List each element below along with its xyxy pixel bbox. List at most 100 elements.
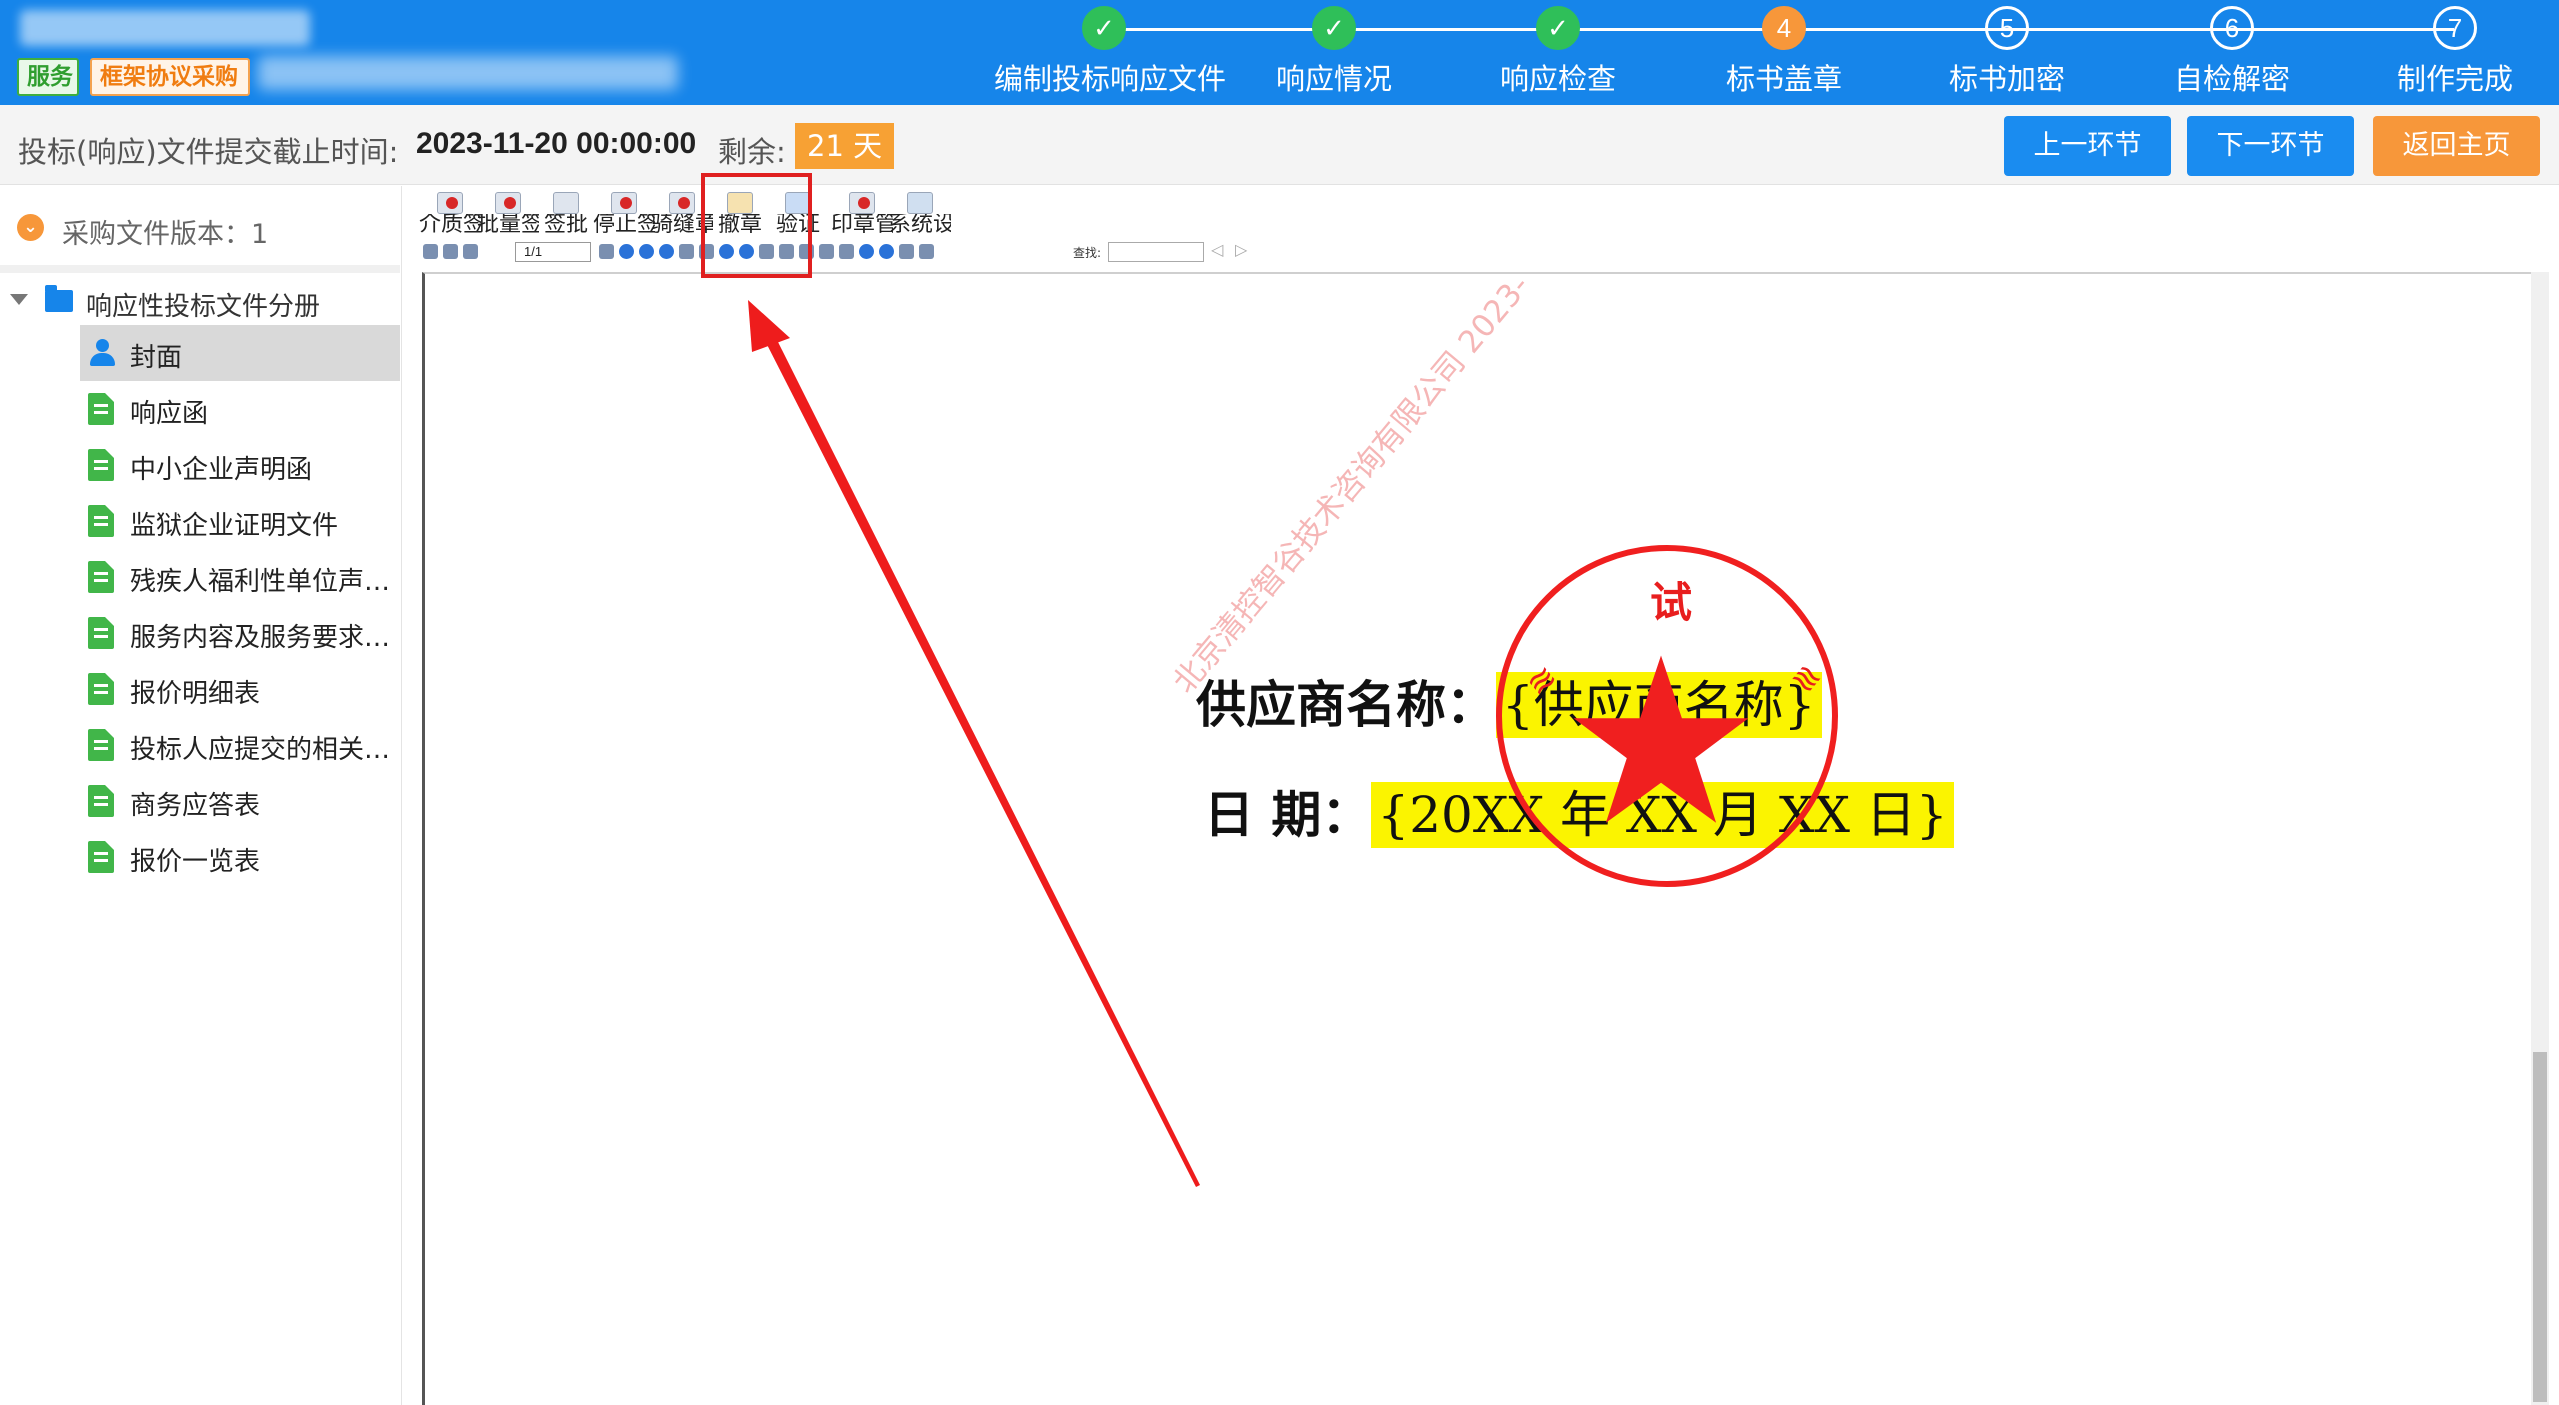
magnify-icon[interactable] (859, 244, 874, 259)
folder-row[interactable]: 响应性投标文件分册 (0, 274, 400, 330)
annotate-button[interactable]: 签批 (541, 192, 591, 244)
tree-item-cover[interactable]: 封面 (80, 325, 400, 381)
check-icon: ✓ (1536, 6, 1580, 50)
tool-label: 系统设置 (889, 214, 951, 237)
sidebar: ⌄ 采购文件版本：1 响应性投标文件分册 封面 响应函 中小企业声明函 监狱企业… (0, 186, 402, 1405)
step-1[interactable]: ✓ 编制投标响应文件 (994, 6, 1227, 98)
divider (0, 265, 400, 273)
return-home-button[interactable]: 返回主页 (2373, 116, 2540, 176)
procurement-version-row[interactable]: ⌄ 采购文件版本：1 (0, 200, 400, 252)
document-icon (88, 785, 114, 817)
deadline-bar: 投标(响应)文件提交截止时间: 2023-11-20 00:00:00 剩余: … (0, 105, 2559, 185)
next-page-icon[interactable] (639, 244, 654, 259)
tree-item-label: 残疾人福利性单位声明函 (130, 567, 398, 597)
find-label: 查找: (1073, 246, 1102, 260)
star-icon (1573, 655, 1749, 823)
tree-item-label: 封面 (130, 343, 183, 373)
step-3[interactable]: ✓ 响应检查 (1448, 6, 1668, 98)
step-7[interactable]: 7 制作完成 (2345, 6, 2559, 98)
pen-icon (553, 192, 579, 214)
page-layout-icon[interactable] (899, 244, 914, 259)
tree-item-bidder-certificates[interactable]: 投标人应提交的相关证明 (80, 717, 400, 773)
seam-seal-button[interactable]: 骑缝章 (651, 192, 713, 244)
first-page-icon[interactable] (599, 244, 614, 259)
vertical-scrollbar[interactable] (2531, 272, 2549, 1405)
tree-item-label: 服务内容及服务要求应... (130, 623, 398, 653)
print-icon[interactable] (443, 244, 458, 259)
document-icon (88, 505, 114, 537)
remaining-label: 剩余: (718, 135, 786, 169)
tree-item-price-summary[interactable]: 报价一览表 (80, 829, 400, 885)
red-seal-stamp[interactable]: 试 ≋ ≋ (1496, 545, 1838, 887)
remaining-days-badge: 21 天 (795, 123, 895, 169)
step-2[interactable]: ✓ 响应情况 (1224, 6, 1444, 98)
select-icon[interactable] (819, 244, 834, 259)
user-icon (88, 339, 116, 367)
tree-item-disability-welfare[interactable]: 残疾人福利性单位声明函 (80, 549, 400, 605)
tree-item-label: 报价一览表 (130, 847, 261, 877)
progress-steps: ✓ 编制投标响应文件 ✓ 响应情况 ✓ 响应检查 4 标书盖章 5 标书加密 6… (0, 0, 2559, 105)
seam-seal-icon (669, 192, 695, 214)
seal-decoration-right: ≋ (1782, 654, 1831, 704)
last-page-icon[interactable] (659, 244, 674, 259)
step-number: 4 (1762, 6, 1806, 50)
tool-label: 介质签章 (419, 214, 481, 237)
save-icon[interactable] (423, 244, 438, 259)
seal-management-button[interactable]: 印章管理 (831, 192, 893, 244)
deadline-value: 2023-11-20 00:00:00 (416, 127, 697, 160)
check-icon: ✓ (1312, 6, 1356, 50)
tree-item-label: 投标人应提交的相关证明 (130, 735, 398, 765)
tree-item-sme-declaration[interactable]: 中小企业声明函 (80, 437, 400, 493)
find-next-icon[interactable]: ▷ (1235, 240, 1247, 259)
media-sign-button[interactable]: 介质签章 (419, 192, 481, 244)
step-number: 6 (2210, 6, 2254, 50)
tree-item-label: 响应函 (130, 399, 209, 429)
system-settings-button[interactable]: 系统设置 (889, 192, 951, 244)
step-number: 7 (2433, 6, 2477, 50)
step-label: 自检解密 (2173, 62, 2290, 96)
tree-item-label: 监狱企业证明文件 (130, 511, 339, 541)
prev-page-icon[interactable] (619, 244, 634, 259)
find-input[interactable] (1108, 242, 1204, 262)
document-icon (88, 729, 114, 761)
supplier-name-label: 供应商名称： (1196, 675, 1496, 734)
step-label: 制作完成 (2396, 62, 2513, 96)
export-icon[interactable] (463, 244, 478, 259)
caret-down-icon[interactable] (10, 294, 28, 305)
tree-item-business-response[interactable]: 商务应答表 (80, 773, 400, 829)
step-4[interactable]: 4 标书盖章 (1674, 6, 1894, 98)
tree-item-service-content[interactable]: 服务内容及服务要求应... (80, 605, 400, 661)
stop-icon (611, 192, 637, 214)
step-label: 标书盖章 (1725, 62, 1842, 96)
scrollbar-thumb[interactable] (2533, 1052, 2547, 1402)
previous-step-button[interactable]: 上一环节 (2004, 116, 2171, 176)
folder-label: 响应性投标文件分册 (86, 292, 321, 322)
gear-icon (907, 192, 933, 214)
next-step-button[interactable]: 下一环节 (2187, 116, 2354, 176)
stop-sign-button[interactable]: 停止签 (593, 192, 655, 244)
step-5[interactable]: 5 标书加密 (1897, 6, 2117, 98)
version-label: 采购文件版本：1 (62, 219, 269, 250)
tree-item-prison-enterprise[interactable]: 监狱企业证明文件 (80, 493, 400, 549)
batch-sign-button[interactable]: 批量签章 (477, 192, 539, 244)
step-label: 编制投标响应文件 (994, 62, 1227, 96)
tree-item-response-letter[interactable]: 响应函 (80, 381, 400, 437)
note-icon[interactable] (839, 244, 854, 259)
thumbnail-icon[interactable] (919, 244, 934, 259)
step-label: 标书加密 (1948, 62, 2065, 96)
step-label: 响应情况 (1275, 62, 1392, 96)
seal-manage-icon (849, 192, 875, 214)
page-number-input[interactable]: 1/1 (515, 242, 591, 262)
document-icon (88, 449, 114, 481)
find-previous-icon[interactable]: ◁ (1211, 240, 1223, 259)
magnify-out-icon[interactable] (879, 244, 894, 259)
tree-item-label: 报价明细表 (130, 679, 261, 709)
rotate-icon[interactable] (679, 244, 694, 259)
step-6[interactable]: 6 自检解密 (2122, 6, 2342, 98)
top-header: 服务 框架协议采购 ✓ 编制投标响应文件 ✓ 响应情况 ✓ 响应检查 4 标书盖… (0, 0, 2559, 105)
document-icon (88, 841, 114, 873)
tree-item-label: 商务应答表 (130, 791, 261, 821)
tool-label: 印章管理 (831, 214, 893, 237)
tree-item-price-details[interactable]: 报价明细表 (80, 661, 400, 717)
document-icon (88, 561, 114, 593)
